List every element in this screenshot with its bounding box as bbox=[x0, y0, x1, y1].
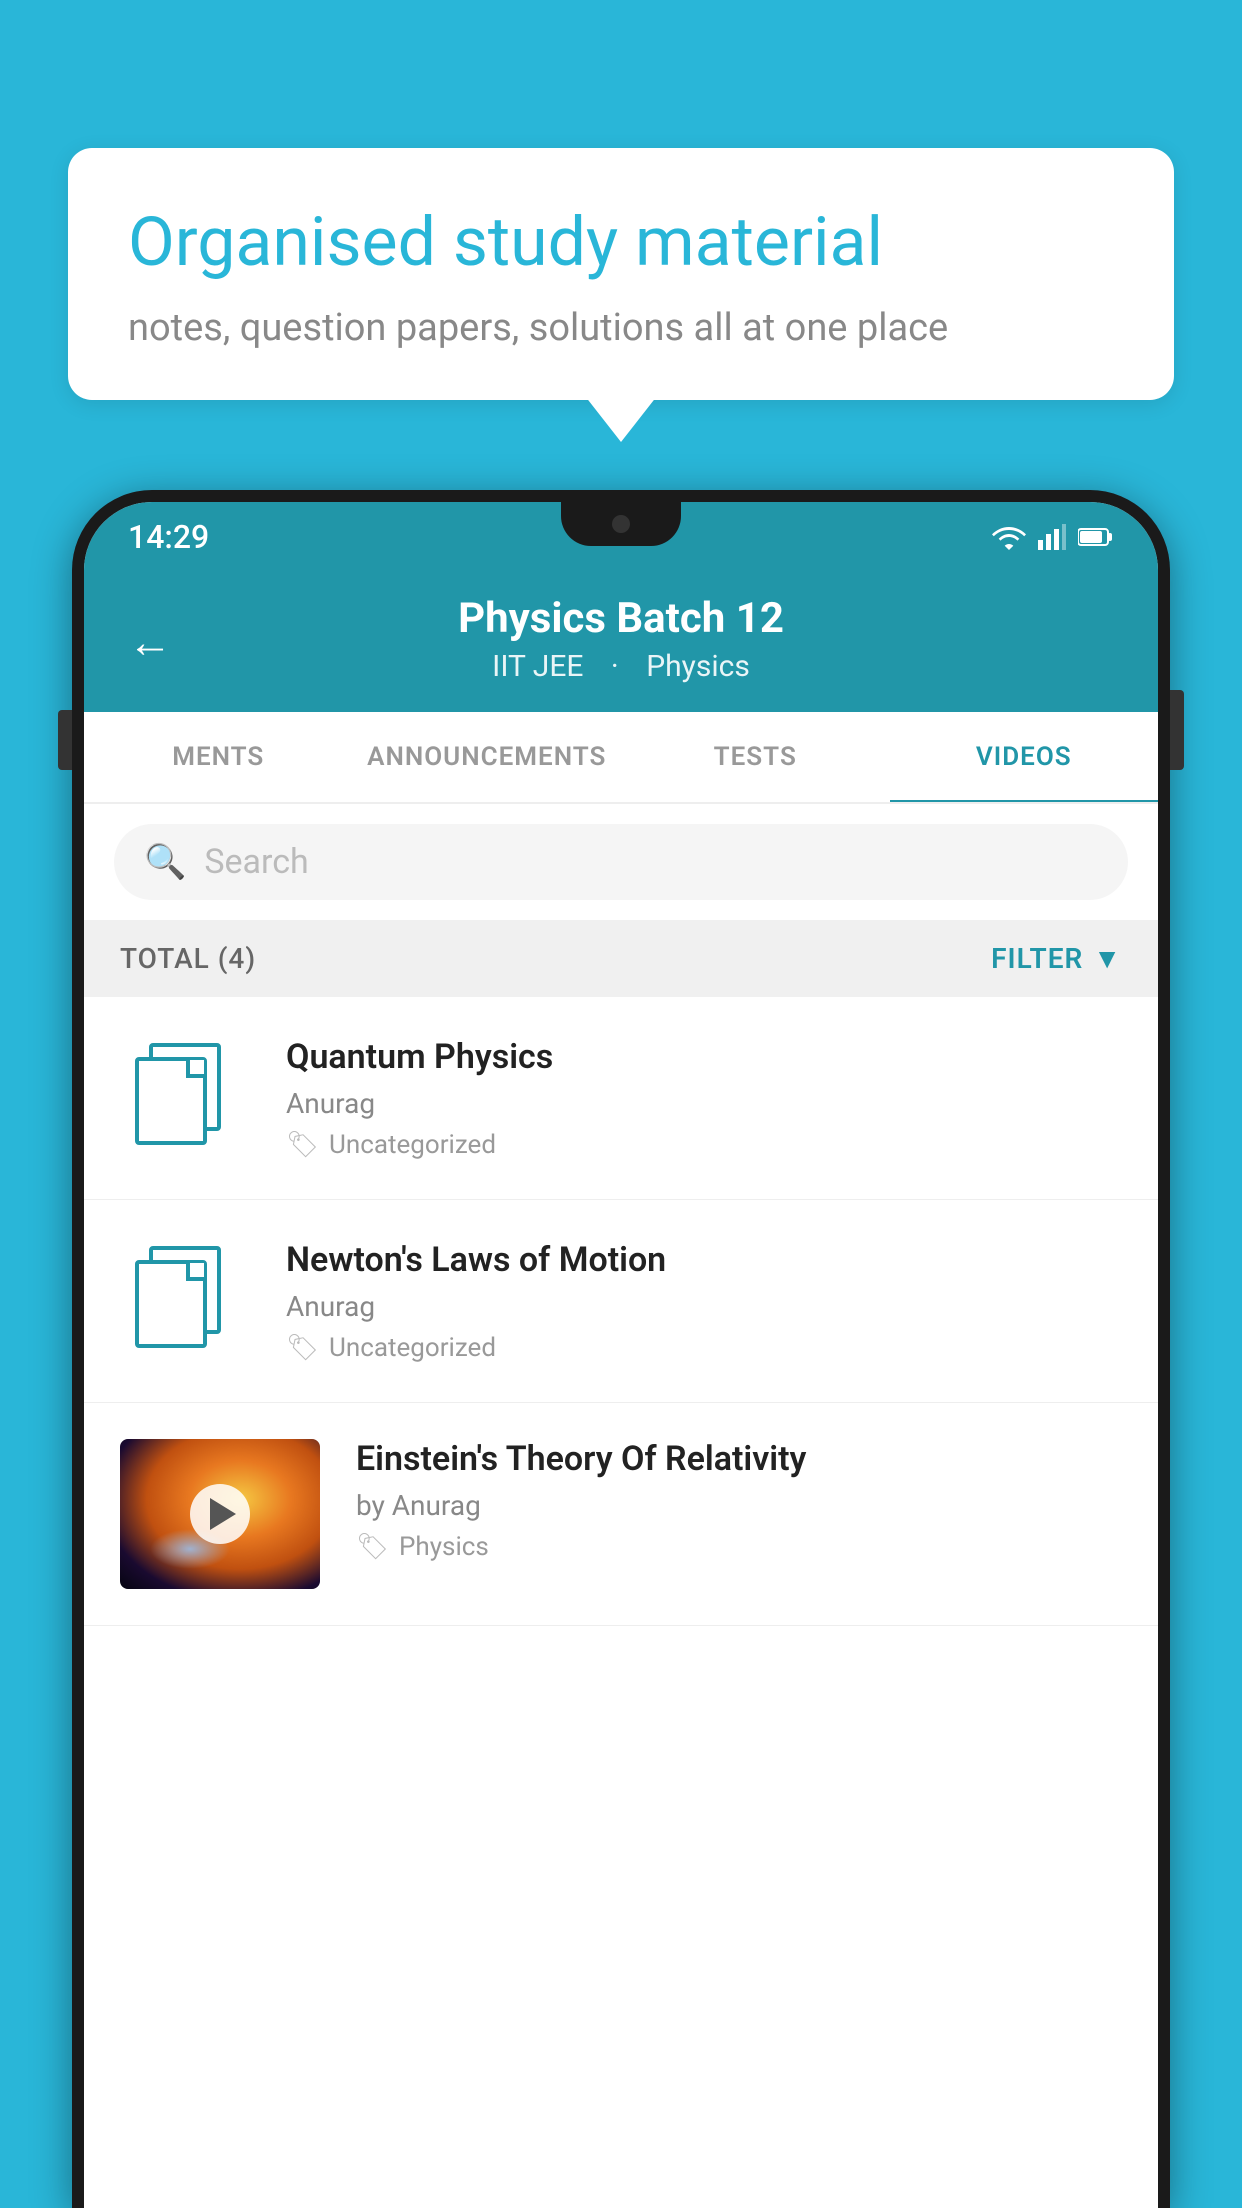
doc-fold bbox=[186, 1060, 204, 1078]
video-author: Anurag bbox=[286, 1087, 1122, 1120]
filter-bar: TOTAL (4) FILTER ▼ bbox=[84, 920, 1158, 997]
list-item[interactable]: Einstein's Theory Of Relativity by Anura… bbox=[84, 1403, 1158, 1626]
filter-label: FILTER bbox=[991, 942, 1083, 975]
tag-label: Physics bbox=[399, 1532, 489, 1562]
video-info-2: Newton's Laws of Motion Anurag 🏷 Uncateg… bbox=[286, 1240, 1122, 1363]
battery-icon bbox=[1078, 527, 1114, 547]
tab-ments[interactable]: MENTS bbox=[84, 712, 353, 802]
video-author: by Anurag bbox=[356, 1489, 1122, 1522]
tag-icon: 🏷 bbox=[286, 1130, 319, 1160]
video-title: Einstein's Theory Of Relativity bbox=[356, 1439, 1122, 1479]
header-subtitle-physics: Physics bbox=[646, 649, 750, 684]
total-count: TOTAL (4) bbox=[120, 942, 256, 975]
back-button[interactable]: ← bbox=[128, 616, 172, 668]
tag-label: Uncategorized bbox=[329, 1333, 496, 1363]
phone-frame: 14:29 bbox=[72, 490, 1170, 2208]
tag-label: Uncategorized bbox=[329, 1130, 496, 1160]
video-list: Quantum Physics Anurag 🏷 Uncategorized bbox=[84, 997, 1158, 1626]
speech-bubble-wrapper: Organised study material notes, question… bbox=[68, 148, 1174, 400]
status-time: 14:29 bbox=[128, 518, 209, 556]
phone-screen: 14:29 bbox=[84, 502, 1158, 2208]
notch bbox=[561, 502, 681, 546]
power-button bbox=[1170, 690, 1184, 770]
file-icon bbox=[135, 1043, 235, 1153]
file-icon bbox=[135, 1246, 235, 1356]
video-title: Quantum Physics bbox=[286, 1037, 1122, 1077]
filter-icon: ▼ bbox=[1093, 942, 1122, 975]
video-info-1: Quantum Physics Anurag 🏷 Uncategorized bbox=[286, 1037, 1122, 1160]
search-placeholder: Search bbox=[204, 842, 308, 882]
video-tag: 🏷 Uncategorized bbox=[286, 1130, 1122, 1160]
list-item[interactable]: Quantum Physics Anurag 🏷 Uncategorized bbox=[84, 997, 1158, 1200]
search-icon: 🔍 bbox=[144, 842, 186, 882]
tab-announcements[interactable]: ANNOUNCEMENTS bbox=[353, 712, 622, 802]
filter-button[interactable]: FILTER ▼ bbox=[991, 942, 1122, 975]
search-bar[interactable]: 🔍 Search bbox=[114, 824, 1128, 900]
header-subtitle-sep: · bbox=[611, 649, 619, 684]
header-title: Physics Batch 12 bbox=[128, 594, 1114, 643]
video-author: Anurag bbox=[286, 1290, 1122, 1323]
tab-videos[interactable]: VIDEOS bbox=[890, 712, 1159, 802]
tab-tests[interactable]: TESTS bbox=[621, 712, 890, 802]
camera-dot bbox=[612, 515, 630, 533]
bubble-title: Organised study material bbox=[128, 202, 1114, 284]
header-subtitle: IIT JEE · Physics bbox=[128, 649, 1114, 684]
video-thumbnail-2 bbox=[120, 1236, 250, 1366]
list-item[interactable]: Newton's Laws of Motion Anurag 🏷 Uncateg… bbox=[84, 1200, 1158, 1403]
volume-button bbox=[58, 710, 72, 770]
doc-front bbox=[135, 1260, 207, 1348]
video-tag: 🏷 Uncategorized bbox=[286, 1333, 1122, 1363]
doc-front bbox=[135, 1057, 207, 1145]
tag-icon: 🏷 bbox=[356, 1532, 389, 1562]
video-thumbnail-3 bbox=[120, 1439, 320, 1589]
signal-icon bbox=[1038, 524, 1066, 550]
search-container: 🔍 Search bbox=[84, 804, 1158, 920]
play-triangle-icon bbox=[210, 1498, 236, 1530]
status-icons bbox=[992, 524, 1114, 550]
status-bar: 14:29 bbox=[84, 502, 1158, 572]
tag-icon: 🏷 bbox=[286, 1333, 319, 1363]
play-button[interactable] bbox=[190, 1484, 250, 1544]
app-header: ← Physics Batch 12 IIT JEE · Physics bbox=[84, 572, 1158, 712]
video-info-3: Einstein's Theory Of Relativity by Anura… bbox=[356, 1439, 1122, 1562]
tabs-bar: MENTS ANNOUNCEMENTS TESTS VIDEOS bbox=[84, 712, 1158, 804]
video-tag: 🏷 Physics bbox=[356, 1532, 1122, 1562]
wifi-icon bbox=[992, 524, 1026, 550]
video-title: Newton's Laws of Motion bbox=[286, 1240, 1122, 1280]
header-subtitle-iit: IIT JEE bbox=[492, 649, 583, 684]
speech-bubble: Organised study material notes, question… bbox=[68, 148, 1174, 400]
bubble-subtitle: notes, question papers, solutions all at… bbox=[128, 306, 1114, 350]
doc-fold bbox=[186, 1263, 204, 1281]
video-thumbnail-1 bbox=[120, 1033, 250, 1163]
